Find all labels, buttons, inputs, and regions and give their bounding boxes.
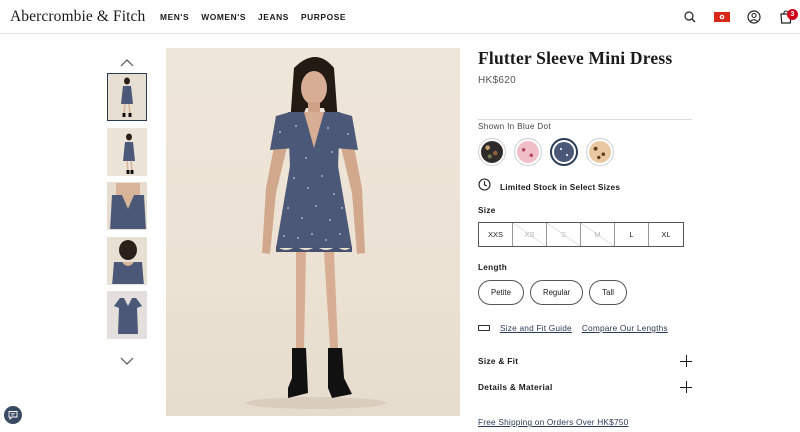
nav-jeans[interactable]: JEANS: [258, 12, 289, 22]
model-photo-illustration: [246, 57, 386, 409]
nav-purpose[interactable]: PURPOSE: [301, 12, 346, 22]
chat-icon[interactable]: [4, 406, 22, 424]
plus-icon[interactable]: [680, 381, 692, 393]
thumbnail-down-arrow-icon[interactable]: [119, 353, 135, 365]
thumbnail-flat[interactable]: [107, 291, 147, 339]
selected-color-label: Shown In Blue Dot: [478, 122, 551, 131]
length-option-regular[interactable]: Regular: [529, 280, 584, 305]
color-swatch-blue-dot[interactable]: [550, 138, 578, 166]
ruler-icon: [478, 325, 490, 331]
color-swatch-tan-pattern[interactable]: [586, 138, 614, 166]
length-selector: Petite Regular Tall: [478, 280, 627, 305]
plus-icon[interactable]: [680, 355, 692, 367]
fit-links: Size and Fit Guide Compare Our Lengths: [478, 323, 668, 333]
accordion-size-fit[interactable]: Size & Fit: [478, 355, 692, 367]
thumbnail-front[interactable]: [107, 73, 147, 121]
size-option-m[interactable]: M: [581, 223, 615, 246]
accordion-details-material[interactable]: Details & Material: [478, 381, 692, 393]
accordion-details-material-label: Details & Material: [478, 382, 553, 392]
product-price: HK$620: [478, 75, 516, 86]
account-icon[interactable]: [746, 9, 762, 25]
hong-kong-flag-icon[interactable]: [714, 12, 730, 22]
nav-mens[interactable]: MEN'S: [160, 12, 189, 22]
main-nav: MEN'S WOMEN'S JEANS PURPOSE: [160, 12, 346, 22]
nav-womens[interactable]: WOMEN'S: [201, 12, 246, 22]
stock-notice-text: Limited Stock in Select Sizes: [500, 182, 621, 192]
accordion-size-fit-label: Size & Fit: [478, 356, 519, 366]
color-swatches: [478, 138, 614, 166]
site-header: Abercrombie & Fitch MEN'S WOMEN'S JEANS …: [0, 0, 800, 34]
length-option-petite[interactable]: Petite: [478, 280, 524, 305]
compare-lengths-link[interactable]: Compare Our Lengths: [582, 323, 668, 333]
thumbnail-list: [107, 73, 149, 346]
stock-notice: Limited Stock in Select Sizes: [478, 178, 620, 196]
free-shipping-link[interactable]: Free Shipping on Orders Over HK$750: [478, 417, 628, 427]
thumbnail-detail[interactable]: [107, 182, 147, 230]
product-title: Flutter Sleeve Mini Dress: [478, 48, 673, 68]
brand-logo[interactable]: Abercrombie & Fitch: [10, 8, 145, 26]
length-label: Length: [478, 263, 508, 272]
thumbnail-back[interactable]: [107, 236, 147, 285]
color-swatch-dark-floral[interactable]: [478, 138, 506, 166]
thumbnail-side[interactable]: [107, 127, 147, 176]
size-label: Size: [478, 206, 496, 215]
size-option-xs[interactable]: XS: [513, 223, 547, 246]
length-option-tall[interactable]: Tall: [589, 280, 627, 305]
size-option-s[interactable]: S: [547, 223, 581, 246]
size-option-l[interactable]: L: [615, 223, 649, 246]
bag-count-badge: 3: [787, 9, 798, 20]
size-option-xl[interactable]: XL: [649, 223, 683, 246]
product-main-image[interactable]: [166, 48, 460, 416]
divider: [478, 119, 692, 120]
size-option-xxs[interactable]: XXS: [479, 223, 513, 246]
thumbnail-up-arrow-icon[interactable]: [119, 55, 135, 67]
color-swatch-pink-floral[interactable]: [514, 138, 542, 166]
size-selector: XXS XS S M L XL: [478, 222, 684, 247]
clock-icon: [478, 178, 491, 196]
search-icon[interactable]: [682, 9, 698, 25]
size-fit-guide-link[interactable]: Size and Fit Guide: [500, 323, 572, 333]
